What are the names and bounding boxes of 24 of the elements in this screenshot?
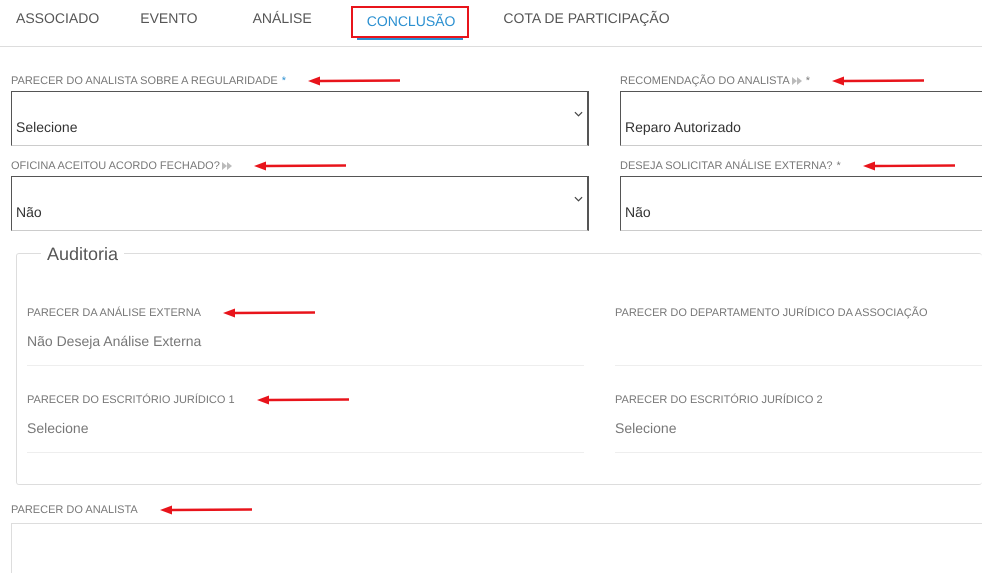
field-label: OFICINA ACEITOU ACORDO FECHADO?: [11, 160, 220, 172]
required-asterisk: *: [806, 75, 810, 87]
required-asterisk: *: [836, 160, 841, 172]
field-label: PARECER DO DEPARTAMENTO JURÍDICO DA ASSOCIAÇÃO: [615, 307, 928, 319]
field-value: Selecione: [615, 409, 982, 453]
field-label: PARECER DA ANÁLISE EXTERNA: [27, 307, 202, 319]
field-value: Não Deseja Análise Externa: [27, 322, 584, 366]
field-value: Selecione: [27, 409, 584, 453]
select-field[interactable]: Não: [11, 176, 589, 231]
field-label: PARECER DO ESCRITÓRIO JURÍDICO 2: [615, 394, 823, 406]
select-field[interactable]: Selecione: [11, 91, 589, 146]
tab[interactable]: COTA DE PARTICIPAÇÃO: [487, 0, 691, 38]
field-label: DESEJA SOLICITAR ANÁLISE EXTERNA?: [620, 160, 833, 172]
tab[interactable]: ANÁLISE: [236, 0, 333, 38]
field-label: PARECER DO ANALISTA SOBRE A REGULARIDADE: [11, 75, 278, 87]
tab[interactable]: CONCLUSÃO: [350, 6, 470, 38]
field-label: PARECER DO ANALISTA: [11, 504, 138, 516]
required-asterisk: *: [282, 75, 286, 87]
tab[interactable]: ASSOCIADO: [0, 0, 120, 38]
field-label: PARECER DO ESCRITÓRIO JURÍDICO 1: [27, 394, 235, 406]
select-field[interactable]: Reparo Autorizado: [620, 91, 982, 146]
select-field[interactable]: Não: [620, 176, 982, 231]
field-label: RECOMENDAÇÃO DO ANALISTA: [620, 75, 790, 87]
tab[interactable]: EVENTO: [124, 0, 219, 38]
